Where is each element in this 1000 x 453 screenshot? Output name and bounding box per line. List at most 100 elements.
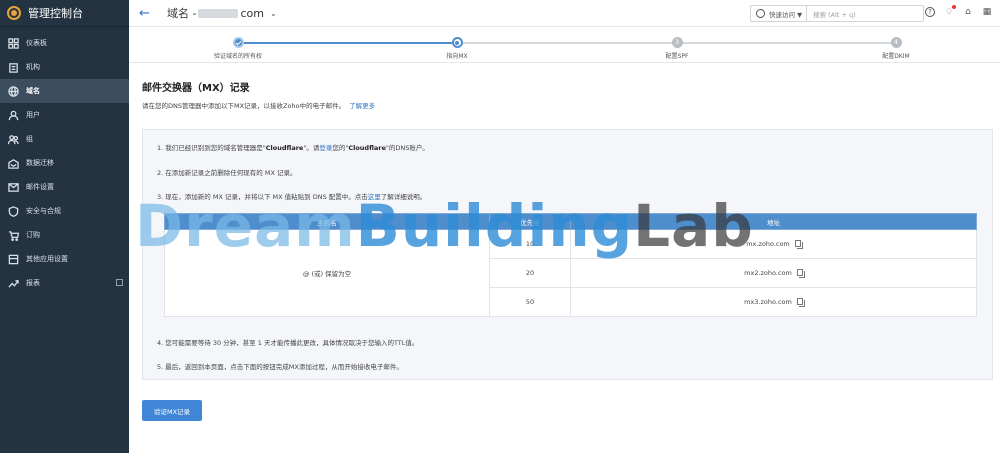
here-link[interactable]: 这里: [368, 193, 381, 201]
search-icon: [756, 9, 765, 18]
sidebar-item-label: 邮件设置: [26, 183, 54, 191]
step-label: 配置DKIM: [882, 53, 910, 60]
sidebar: 管理控制台 仪表板 机构 域名 用户 组 数据迁移 邮件设置 安全与合规 订购 …: [0, 0, 129, 453]
copy-icon[interactable]: [794, 240, 801, 247]
instruction-step-3: 3. 现在，添加新的 MX 记录，并将以下 MX 值粘贴到 DNS 配置中。点击…: [157, 191, 426, 201]
setup-stepper: 验证域名的所有权 指向MX 3 配置SPF 4 配置DKIM: [129, 27, 1000, 63]
step-check-icon: [232, 37, 244, 48]
main-content: 验证域名的所有权 指向MX 3 配置SPF 4 配置DKIM 邮件交换器（MX）…: [129, 27, 1000, 453]
step-label: 配置SPF: [665, 53, 689, 60]
instruction-step-2: 2. 在添加新记录之前删除任何现有的 MX 记录。: [157, 169, 297, 177]
step-configure-dkim[interactable]: 4 配置DKIM: [846, 37, 946, 60]
instruction-step-5: 5. 最后，返回到本页面，点击下面的按钮完成MX添加过程，从而开始接收电子邮件。: [157, 363, 403, 371]
priority-value: 50: [489, 287, 571, 317]
sidebar-item-label: 域名: [26, 87, 40, 95]
subtitle-text: 请在您的DNS管理器中添加以下MX记录，以接收Zoho中的电子邮件。: [142, 102, 346, 110]
apps-grid-icon[interactable]: ▦: [982, 7, 992, 17]
table-row: @ (或) 保留为空 10 mx.zoho.com: [164, 229, 977, 317]
address-value: mx3.zoho.com: [744, 298, 792, 306]
sidebar-item-other-apps[interactable]: 其他应用设置: [0, 247, 129, 271]
quick-access-search[interactable]: 快速访问 ▼ 搜索 (Alt + q): [750, 5, 924, 22]
top-icons: ? ♢ ⌂ ▦: [925, 5, 992, 17]
instruction-text: "的DNS账户。: [385, 144, 429, 152]
step-point-mx[interactable]: 指向MX: [407, 37, 507, 60]
provider-name: Cloudflare: [265, 144, 304, 152]
copy-icon[interactable]: [796, 298, 803, 305]
redacted-domain: [198, 8, 239, 18]
sidebar-item-users[interactable]: 用户: [0, 103, 129, 127]
table-header-row: 主机名 优先级 地址: [164, 213, 977, 230]
user-icon: [8, 110, 19, 121]
priority-value: 20: [489, 258, 571, 288]
verify-mx-button[interactable]: 验证MX记录: [142, 400, 202, 421]
help-icon[interactable]: ?: [925, 7, 935, 17]
notification-bell-icon[interactable]: ♢: [944, 5, 956, 17]
page-title: 邮件交换器（MX）记录: [142, 83, 250, 94]
instruction-text: "。请: [303, 144, 320, 152]
domain-suffix: com: [240, 6, 264, 20]
sidebar-item-label: 报表: [26, 279, 40, 287]
instruction-text: 1. 我们已经识别到您的域名管理器是": [157, 144, 266, 152]
sidebar-item-data-migration[interactable]: 数据迁移: [0, 151, 129, 175]
page-header: 邮件交换器（MX）记录 请在您的DNS管理器中添加以下MX记录，以接收Zoho中…: [142, 79, 993, 110]
page-subtitle: 请在您的DNS管理器中添加以下MX记录，以接收Zoho中的电子邮件。 了解更多: [142, 100, 993, 110]
home-icon[interactable]: ⌂: [963, 7, 973, 17]
column-header-address: 地址: [570, 213, 977, 230]
sidebar-item-label: 订购: [26, 231, 40, 239]
sidebar-item-domains[interactable]: 域名: [0, 79, 129, 103]
step-label: 指向MX: [446, 53, 468, 60]
shield-icon: [8, 205, 19, 217]
address-cell: mx.zoho.com: [570, 229, 977, 259]
mail-settings-icon: [8, 182, 19, 193]
external-link-icon: [116, 279, 123, 286]
chart-icon: [8, 278, 19, 289]
column-header-host: 主机名: [164, 213, 490, 230]
step-current-icon: [451, 37, 463, 48]
zoho-logo-icon: [7, 6, 21, 20]
sidebar-item-label: 机构: [26, 63, 40, 71]
sidebar-item-reports[interactable]: 报表: [0, 271, 129, 295]
globe-icon: [8, 85, 19, 97]
sidebar-item-label: 数据迁移: [26, 159, 54, 167]
notification-dot: [952, 5, 956, 9]
domain-selector[interactable]: 域名 - com ⌄: [167, 5, 277, 21]
step-configure-spf[interactable]: 3 配置SPF: [627, 37, 727, 60]
migration-icon: [8, 158, 19, 169]
login-link[interactable]: 登录: [319, 144, 332, 152]
sidebar-item-groups[interactable]: 组: [0, 127, 129, 151]
cart-icon: [8, 230, 19, 241]
sidebar-item-security[interactable]: 安全与合规: [0, 199, 129, 223]
learn-more-link[interactable]: 了解更多: [349, 102, 375, 110]
sidebar-item-organization[interactable]: 机构: [0, 55, 129, 79]
domain-prefix: 域名 -: [167, 7, 197, 20]
quick-access-dropdown[interactable]: 快速访问 ▼: [769, 6, 808, 21]
provider-name: Cloudflare: [348, 144, 386, 152]
apps-icon: [8, 254, 19, 265]
address-cell: mx2.zoho.com: [570, 258, 977, 288]
instructions-panel: 1. 我们已经识别到您的域名管理器是"Cloudflare"。请登录您的"Clo…: [142, 129, 993, 380]
back-arrow-icon[interactable]: ←: [139, 7, 153, 20]
building-icon: [8, 62, 19, 73]
instruction-step-1: 1. 我们已经识别到您的域名管理器是"Cloudflare"。请登录您的"Clo…: [157, 142, 429, 152]
priority-value: 10: [489, 229, 571, 259]
search-input[interactable]: 搜索 (Alt + q): [807, 9, 856, 19]
address-value: mx.zoho.com: [746, 240, 790, 248]
dashboard-icon: [8, 37, 19, 49]
copy-icon[interactable]: [796, 269, 803, 276]
instruction-text: 您的": [332, 144, 349, 152]
instruction-step-4: 4. 您可能需要等待 30 分钟，甚至 1 天才能传播此更改，具体情况取决于您输…: [157, 339, 419, 347]
step-verify-ownership[interactable]: 验证域名的所有权: [188, 37, 288, 60]
host-value: @ (或) 保留为空: [164, 229, 490, 317]
sidebar-item-subscription[interactable]: 订购: [0, 223, 129, 247]
step-label: 验证域名的所有权: [213, 53, 262, 60]
instruction-text: 了解详细说明。: [380, 193, 427, 201]
sidebar-item-dashboard[interactable]: 仪表板: [0, 31, 129, 55]
sidebar-item-label: 安全与合规: [26, 207, 61, 215]
sidebar-item-label: 其他应用设置: [26, 255, 68, 263]
sidebar-item-label: 组: [26, 135, 33, 143]
instruction-text: 3. 现在，添加新的 MX 记录，并将以下 MX 值粘贴到 DNS 配置中。点击: [157, 193, 368, 201]
brand: 管理控制台: [0, 0, 129, 27]
sidebar-item-mail-settings[interactable]: 邮件设置: [0, 175, 129, 199]
address-cell: mx3.zoho.com: [570, 287, 977, 317]
column-header-priority: 优先级: [489, 213, 571, 230]
